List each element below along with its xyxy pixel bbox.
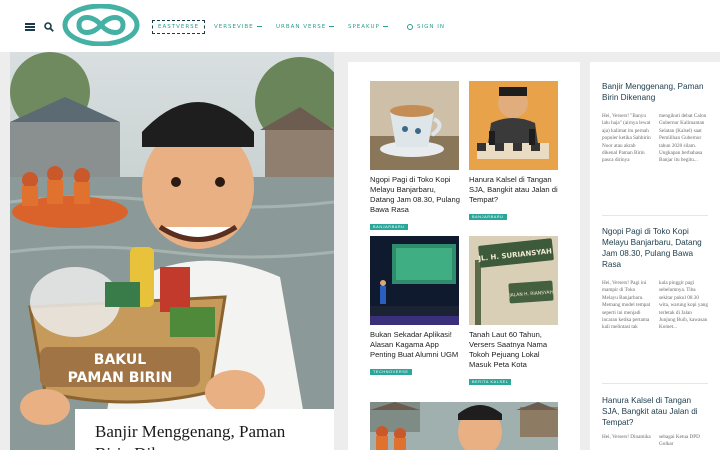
sidebar-post-title[interactable]: Banjir Menggenang, Paman Birin Dikenang — [602, 81, 708, 103]
presentation-stage-image — [370, 236, 459, 325]
sidebar-post[interactable]: Ngopi Pagi di Toko Kopi Melayu Banjarbar… — [602, 226, 708, 332]
article-card[interactable]: Ngopi Pagi di Toko Kopi Melayu Banjarbar… — [370, 81, 462, 233]
article-grid: Ngopi Pagi di Toko Kopi Melayu Banjarbar… — [348, 62, 580, 450]
basket-label-line1: BAKUL — [94, 352, 146, 368]
sidebar-post-title[interactable]: Hanura Kalsel di Tangan SJA, Bangkit ata… — [602, 395, 708, 428]
dropdown-indicator-icon — [256, 26, 262, 27]
category-tag[interactable]: BANJARBARU — [370, 224, 408, 230]
excerpt-column-left: Hei, Versers! Dinamika — [602, 434, 651, 440]
article-title[interactable]: Tanah Laut 60 Tahun, Versers Saatnya Nam… — [469, 330, 561, 370]
category-tag[interactable]: TECHNOVERSE — [370, 369, 412, 375]
divider — [602, 215, 708, 216]
article-title[interactable]: Ngopi Pagi di Toko Kopi Melayu Banjarbar… — [370, 175, 462, 215]
article-thumbnail-large[interactable] — [370, 402, 558, 450]
flood-illustration-image — [370, 402, 558, 450]
basket-label-line2: PAMAN BIRIN — [68, 370, 173, 386]
sign-in-link[interactable]: SIGN IN — [407, 24, 445, 30]
sidebar-post-excerpt: Hei, Versers! "Banyu lalu haja" (airnya … — [602, 113, 708, 165]
excerpt-column-left: Hei, Versers! "Banyu lalu haja" (airnya … — [602, 113, 651, 164]
hero-illustration: BAKUL PAMAN BIRIN — [10, 52, 334, 450]
sidebar-post-excerpt: Hei, Versers! Pagi ini mampir di Toko Me… — [602, 280, 708, 332]
search-icon[interactable] — [44, 22, 54, 32]
sidebar-post-excerpt: Hei, Versers! Dinamika sebagai Ketua DPD… — [602, 434, 708, 449]
article-card[interactable]: Bukan Sekadar Aplikasi! Alasan Kagama Ap… — [370, 236, 462, 378]
hero-image[interactable]: BAKUL PAMAN BIRIN — [10, 52, 334, 450]
article-thumbnail[interactable] — [370, 236, 459, 325]
sidebar: Banjir Menggenang, Paman Birin Dikenang … — [590, 62, 720, 450]
excerpt-column-right: kala pinggir pagi sebelumnya. Tiba sekit… — [659, 280, 708, 331]
category-tag[interactable]: BANJARBARU — [469, 214, 507, 220]
article-thumbnail[interactable]: JL. H. SURIANSYAH JALAN H. RIANSYAH — [469, 236, 558, 325]
nav-item-speakup[interactable]: SPEAKUP — [348, 24, 388, 30]
article-title[interactable]: Bukan Sekadar Aplikasi! Alasan Kagama Ap… — [370, 330, 462, 360]
sidebar-post[interactable]: Banjir Menggenang, Paman Birin Dikenang … — [602, 81, 708, 165]
excerpt-column-left: Hei, Versers! Pagi ini mampir di Toko Me… — [602, 280, 651, 331]
hero-caption[interactable]: Banjir Menggenang, Paman Birin Dikenang — [75, 409, 334, 450]
dropdown-indicator-icon — [329, 26, 335, 27]
user-icon — [407, 24, 413, 30]
street-sign-image: JL. H. SURIANSYAH JALAN H. RIANSYAH — [469, 236, 558, 325]
excerpt-column-right: mengikuti debat Calon Gubernur Kalimanta… — [659, 113, 707, 164]
hero-title[interactable]: Banjir Menggenang, Paman Birin Dikenang — [95, 421, 314, 450]
category-tag[interactable]: BERITA KALSEL — [469, 379, 512, 385]
article-title[interactable]: Hanura Kalsel di Tangan SJA, Bangkit ata… — [469, 175, 561, 205]
sidebar-post-title[interactable]: Ngopi Pagi di Toko Kopi Melayu Banjarbar… — [602, 226, 708, 270]
nav-item-versevibe[interactable]: VERSEVIBE — [214, 24, 262, 30]
excerpt-column-right: sebagai Ketua DPD Golkar — [659, 434, 700, 448]
article-card[interactable]: JL. H. SURIANSYAH JALAN H. RIANSYAH Tana… — [469, 236, 561, 388]
coffee-cup-image — [370, 81, 459, 170]
chess-illustration-image — [469, 81, 558, 170]
dropdown-indicator-icon — [382, 26, 388, 27]
article-card[interactable]: Hanura Kalsel di Tangan SJA, Bangkit ata… — [469, 81, 561, 223]
article-thumbnail[interactable] — [370, 81, 459, 170]
sidebar-post[interactable]: Hanura Kalsel di Tangan SJA, Bangkit ata… — [602, 395, 708, 449]
divider — [602, 383, 708, 384]
article-thumbnail[interactable] — [469, 81, 558, 170]
menu-icon[interactable] — [25, 23, 35, 31]
site-logo[interactable] — [62, 4, 140, 46]
top-bar: EASTVERSE VERSEVIBE URBAN VERSE SPEAKUP … — [0, 0, 720, 52]
nav-item-eastverse[interactable]: EASTVERSE — [152, 20, 206, 34]
nav-item-urban-verse[interactable]: URBAN VERSE — [276, 24, 335, 30]
